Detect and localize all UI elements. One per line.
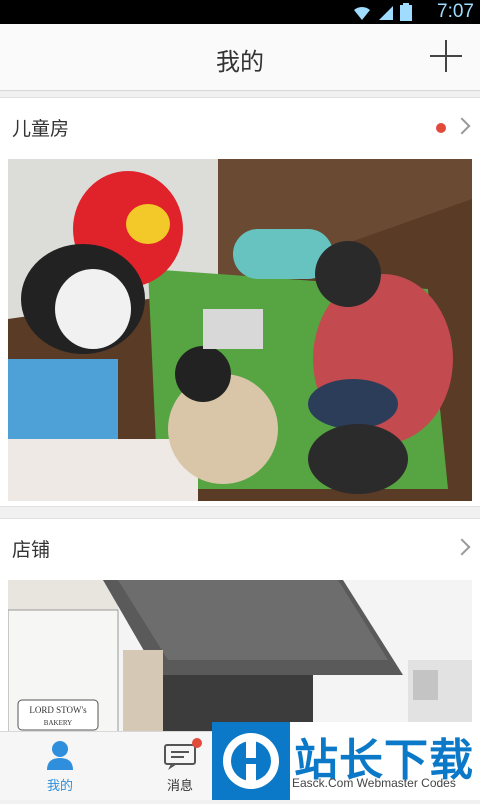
plus-icon[interactable] [430, 40, 462, 72]
message-icon [164, 744, 196, 770]
room-label: 儿童房 [12, 118, 70, 140]
tab-mine[interactable]: 我的 [0, 732, 120, 800]
new-dot-badge [436, 123, 446, 133]
room-card-children[interactable]: 儿童房 [0, 97, 480, 507]
room-label: 店铺 [12, 539, 51, 561]
watermark: 站长下载 Easck.Com Webmaster Codes [212, 722, 480, 800]
watermark-logo-icon [212, 722, 290, 800]
status-icons [352, 3, 412, 21]
page-title: 我的 [216, 48, 264, 76]
room-card-header[interactable]: 店铺 [0, 519, 480, 579]
store-sign-subtext: BAKERY [44, 719, 72, 727]
status-bar: 7:07 [0, 0, 480, 24]
room-card-store[interactable]: 店铺 LORD STOW's BAKERY [0, 518, 480, 740]
storefront-photo[interactable]: LORD STOW's BAKERY [8, 580, 472, 740]
signal-icon [379, 6, 393, 20]
chevron-right-icon [453, 538, 471, 556]
message-badge [192, 738, 202, 748]
app-header: 我的 [0, 24, 480, 91]
status-time: 7:07 [437, 1, 474, 22]
wifi-icon [354, 6, 370, 20]
tab-label: 我的 [46, 779, 73, 794]
children-room-photo[interactable] [8, 159, 472, 501]
store-sign-text: LORD STOW's [29, 705, 87, 715]
battery-icon [400, 3, 412, 21]
chevron-right-icon [453, 117, 471, 135]
room-card-header[interactable]: 儿童房 [0, 98, 480, 158]
watermark-subtitle: Easck.Com Webmaster Codes [292, 776, 456, 790]
person-icon [47, 741, 73, 770]
